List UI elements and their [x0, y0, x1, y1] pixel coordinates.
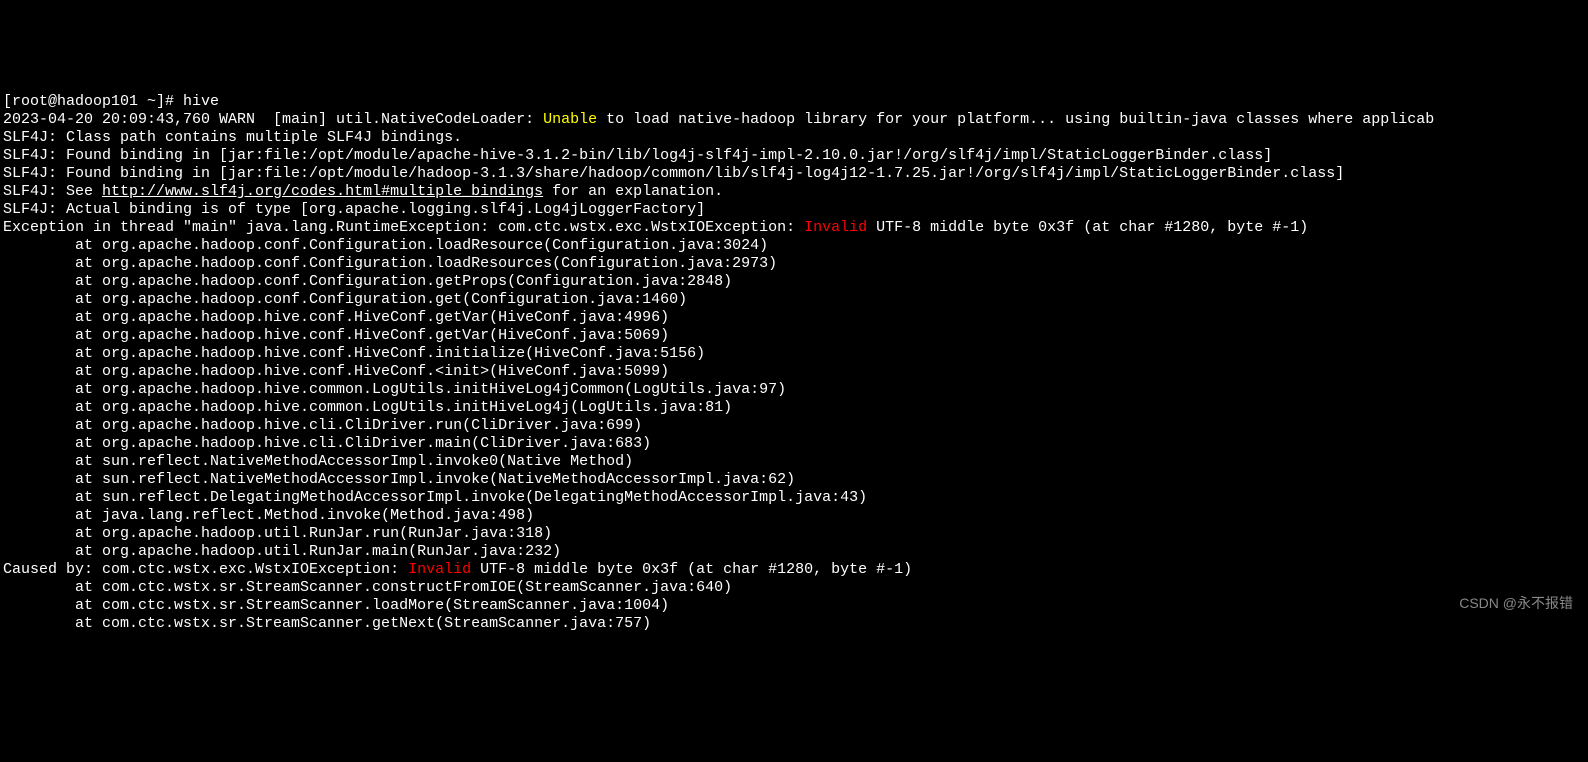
- log-line: 2023-04-20 20:09:43,760 WARN [main] util…: [3, 111, 1585, 129]
- stacktrace-line: at com.ctc.wstx.sr.StreamScanner.loadMor…: [3, 597, 1585, 615]
- terminal-output: [root@hadoop101 ~]# hive2023-04-20 20:09…: [3, 75, 1585, 633]
- exception-line: Exception in thread "main" java.lang.Run…: [3, 219, 1585, 237]
- stacktrace-line: at org.apache.hadoop.hive.common.LogUtil…: [3, 399, 1585, 417]
- stacktrace-line: at org.apache.hadoop.util.RunJar.main(Ru…: [3, 543, 1585, 561]
- stacktrace-line: at org.apache.hadoop.hive.conf.HiveConf.…: [3, 363, 1585, 381]
- stacktrace-line: at org.apache.hadoop.conf.Configuration.…: [3, 255, 1585, 273]
- log-line: SLF4J: Actual binding is of type [org.ap…: [3, 201, 1585, 219]
- shell-prompt: [root@hadoop101 ~]#: [3, 93, 183, 110]
- log-line: SLF4J: Class path contains multiple SLF4…: [3, 129, 1585, 147]
- stacktrace-line: at org.apache.hadoop.conf.Configuration.…: [3, 291, 1585, 309]
- stacktrace-line: at org.apache.hadoop.hive.conf.HiveConf.…: [3, 327, 1585, 345]
- error-highlight: Invalid: [408, 561, 471, 578]
- stacktrace-line: at org.apache.hadoop.conf.Configuration.…: [3, 273, 1585, 291]
- log-line: SLF4J: Found binding in [jar:file:/opt/m…: [3, 147, 1585, 165]
- caused-by-line: Caused by: com.ctc.wstx.exc.WstxIOExcept…: [3, 561, 1585, 579]
- csdn-watermark: CSDN @永不报错: [1459, 595, 1573, 612]
- stacktrace-line: at org.apache.hadoop.util.RunJar.run(Run…: [3, 525, 1585, 543]
- stacktrace-line: at org.apache.hadoop.hive.conf.HiveConf.…: [3, 345, 1585, 363]
- stacktrace-line: at org.apache.hadoop.conf.Configuration.…: [3, 237, 1585, 255]
- stacktrace-line: at java.lang.reflect.Method.invoke(Metho…: [3, 507, 1585, 525]
- stacktrace-line: at org.apache.hadoop.hive.cli.CliDriver.…: [3, 435, 1585, 453]
- stacktrace-line: at sun.reflect.DelegatingMethodAccessorI…: [3, 489, 1585, 507]
- command-text: hive: [183, 93, 219, 110]
- log-line: SLF4J: Found binding in [jar:file:/opt/m…: [3, 165, 1585, 183]
- slf4j-link[interactable]: http://www.slf4j.org/codes.html#multiple…: [102, 183, 543, 200]
- stacktrace-line: at com.ctc.wstx.sr.StreamScanner.getNext…: [3, 615, 1585, 633]
- prompt-line[interactable]: [root@hadoop101 ~]# hive: [3, 93, 1585, 111]
- stacktrace-line: at sun.reflect.NativeMethodAccessorImpl.…: [3, 453, 1585, 471]
- stacktrace-line: at sun.reflect.NativeMethodAccessorImpl.…: [3, 471, 1585, 489]
- stacktrace-line: at org.apache.hadoop.hive.cli.CliDriver.…: [3, 417, 1585, 435]
- warn-highlight: Unable: [543, 111, 597, 128]
- stacktrace-line: at org.apache.hadoop.hive.common.LogUtil…: [3, 381, 1585, 399]
- log-line: SLF4J: See http://www.slf4j.org/codes.ht…: [3, 183, 1585, 201]
- error-highlight: Invalid: [804, 219, 867, 236]
- stacktrace-line: at org.apache.hadoop.hive.conf.HiveConf.…: [3, 309, 1585, 327]
- stacktrace-line: at com.ctc.wstx.sr.StreamScanner.constru…: [3, 579, 1585, 597]
